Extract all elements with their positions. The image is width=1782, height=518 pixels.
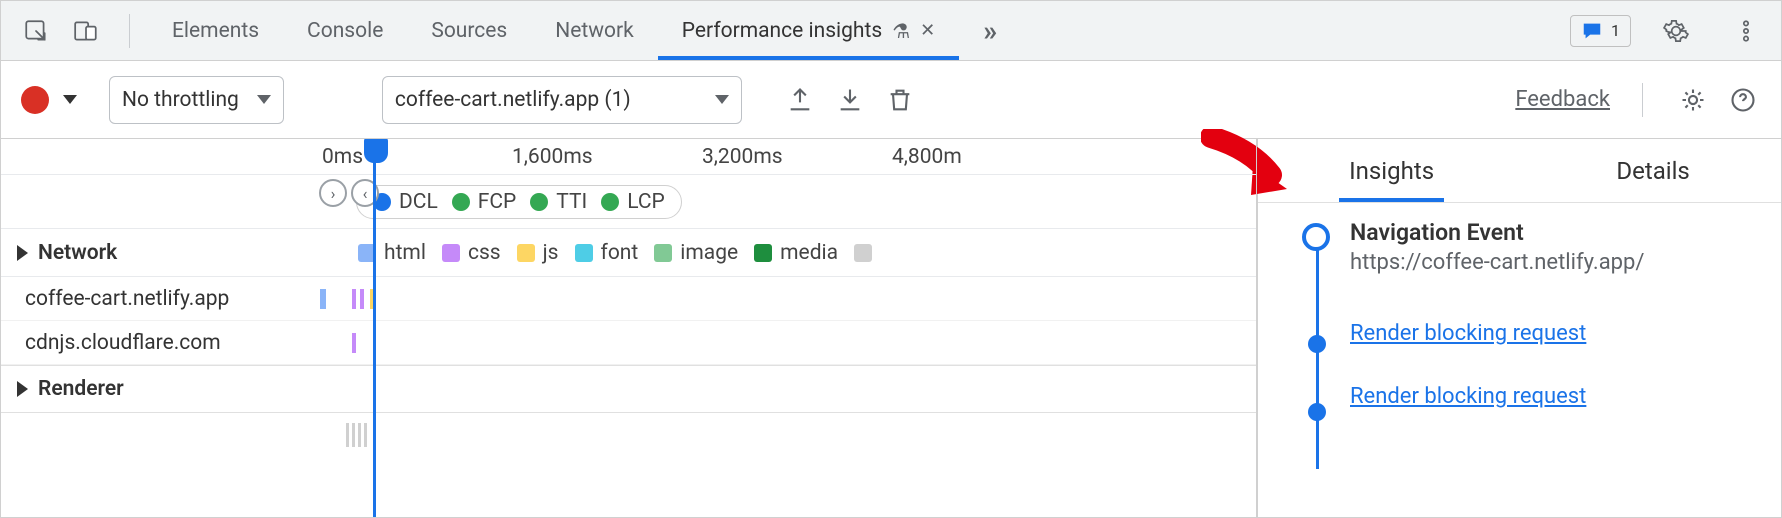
network-row[interactable]: coffee-cart.netlify.app [1, 277, 1256, 321]
event-node-open[interactable] [1302, 223, 1330, 251]
inspect-element-icon[interactable] [17, 12, 55, 50]
message-count: 1 [1611, 21, 1620, 40]
event-title: Navigation Event [1350, 219, 1761, 246]
section-network[interactable]: Network [1, 229, 316, 276]
legend-other-icon [854, 244, 872, 262]
event-node[interactable] [1308, 335, 1326, 353]
tab-elements[interactable]: Elements [148, 1, 283, 60]
section-renderer[interactable]: Renderer [1, 366, 316, 412]
tab-performance-insights[interactable]: Performance insights ⚗ ✕ [658, 1, 959, 60]
recording-select[interactable]: coffee-cart.netlify.app (1) [382, 76, 742, 124]
console-messages-badge[interactable]: 1 [1570, 15, 1631, 47]
more-tabs[interactable]: » [959, 1, 1021, 60]
panel-settings-icon[interactable] [1675, 82, 1711, 118]
network-row[interactable]: cdnjs.cloudflare.com [1, 321, 1256, 365]
legend-js-icon [517, 244, 535, 262]
ruler-tick: 3,200ms [702, 145, 882, 169]
record-button[interactable] [21, 86, 49, 114]
legend-font-icon [575, 244, 593, 262]
throttling-select[interactable]: No throttling [109, 76, 284, 124]
tab-console[interactable]: Console [283, 1, 407, 60]
timing-markers-pill[interactable]: DCL FCP TTI LCP [356, 185, 682, 219]
close-tab-icon[interactable]: ✕ [920, 20, 935, 41]
tab-details[interactable]: Details [1586, 141, 1719, 201]
ruler-tick: 1,600ms [512, 145, 692, 169]
tab-sources[interactable]: Sources [407, 1, 531, 60]
tab-insights[interactable]: Insights [1319, 141, 1464, 201]
timeline-pane[interactable]: 0ms 1,600ms 3,200ms 4,800m ›‹ DCL FCP TT… [1, 139, 1257, 517]
insight-link[interactable]: Render blocking request [1350, 321, 1761, 346]
import-icon[interactable] [832, 82, 868, 118]
insight-link[interactable]: Render blocking request [1350, 384, 1761, 409]
playhead-line [373, 139, 376, 517]
help-icon[interactable] [1725, 82, 1761, 118]
record-menu-caret[interactable] [63, 95, 77, 104]
ruler-tick: 0ms [322, 145, 502, 169]
fcp-dot [452, 193, 470, 211]
legend-css-icon [442, 244, 460, 262]
device-toggle-icon[interactable] [67, 12, 105, 50]
event-url: https://coffee-cart.netlify.app/ [1350, 250, 1761, 275]
playhead-handle[interactable] [364, 139, 388, 163]
kebab-menu-icon[interactable] [1727, 12, 1765, 50]
timeline-connector [1316, 247, 1319, 469]
insights-pane: Insights Details Navigation Event https:… [1257, 139, 1781, 517]
settings-gear-icon[interactable] [1657, 12, 1695, 50]
feedback-link[interactable]: Feedback [1515, 87, 1610, 112]
legend-image-icon [654, 244, 672, 262]
event-node[interactable] [1308, 403, 1326, 421]
lcp-dot [601, 193, 619, 211]
tab-network[interactable]: Network [531, 1, 658, 60]
ruler-tick: 4,800m [892, 145, 1072, 169]
delete-icon[interactable] [882, 82, 918, 118]
nav-markers: ›‹ [319, 179, 379, 207]
tti-dot [530, 193, 548, 211]
legend-media-icon [754, 244, 772, 262]
experiment-icon: ⚗ [892, 19, 910, 43]
export-icon[interactable] [782, 82, 818, 118]
